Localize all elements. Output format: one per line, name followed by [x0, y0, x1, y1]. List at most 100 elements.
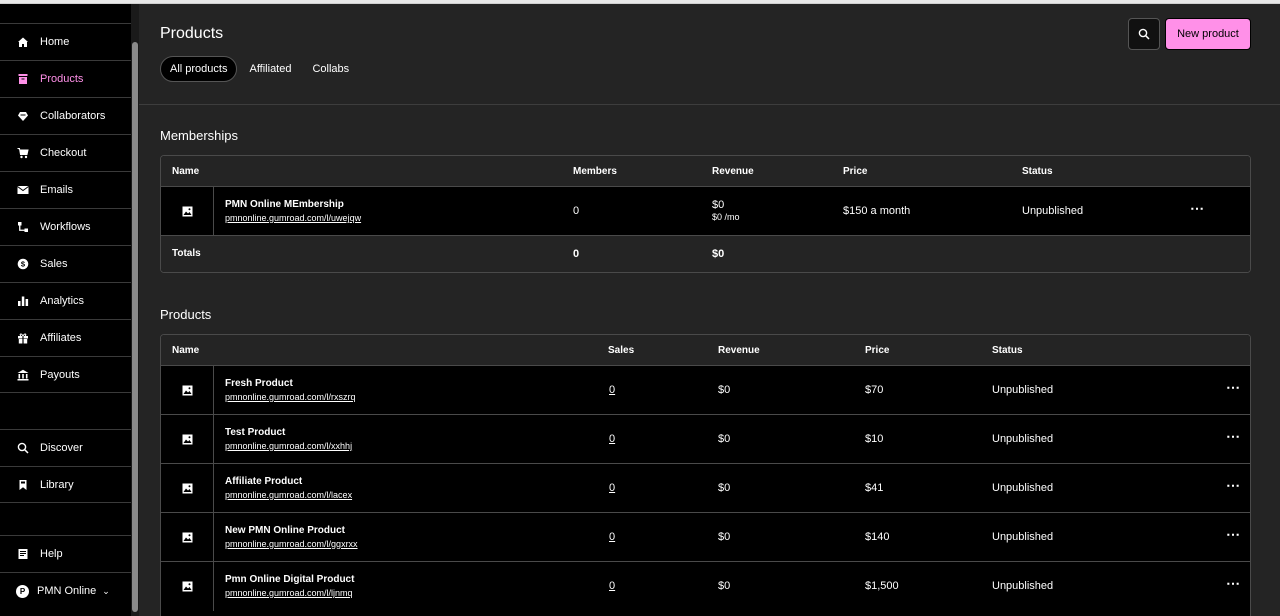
more-options-icon[interactable]: ⋯: [1226, 575, 1240, 592]
sidebar-item-label: Checkout: [40, 147, 87, 159]
totals-row: Totals 0 $0: [161, 236, 1250, 272]
sidebar-item-label: Affiliates: [40, 332, 82, 344]
sidebar-item-products[interactable]: Products: [0, 60, 131, 97]
sidebar-item-label: Workflows: [40, 221, 91, 233]
search-button[interactable]: [1128, 18, 1160, 50]
column-header-revenue[interactable]: Revenue: [712, 156, 754, 187]
product-sales[interactable]: 0: [609, 433, 615, 445]
table-row[interactable]: Fresh Product pmnonline.gumroad.com/l/rx…: [161, 366, 1250, 415]
product-thumbnail: [161, 464, 214, 512]
memberships-section-title: Memberships: [160, 128, 239, 143]
totals-label: Totals: [172, 248, 201, 259]
products-section-title: Products: [160, 307, 212, 322]
more-options-icon[interactable]: ⋯: [1226, 428, 1240, 445]
product-sales[interactable]: 0: [609, 384, 615, 396]
column-header-status[interactable]: Status: [1022, 156, 1053, 187]
table-header: Name Members Revenue Price Status: [161, 156, 1250, 187]
image-icon: [182, 581, 192, 592]
sidebar-item-sales[interactable]: $ Sales: [0, 245, 131, 282]
tab-affiliated[interactable]: Affiliated: [240, 56, 300, 82]
sidebar-item-collaborators[interactable]: Collaborators: [0, 97, 131, 134]
sidebar-item-label: Library: [40, 478, 74, 491]
column-header-price[interactable]: Price: [865, 335, 889, 366]
bookmark-icon: [16, 478, 29, 491]
table-row[interactable]: New PMN Online Product pmnonline.gumroad…: [161, 513, 1250, 562]
column-header-name[interactable]: Name: [172, 156, 199, 187]
sidebar-item-analytics[interactable]: Analytics: [0, 282, 131, 319]
more-options-icon[interactable]: ⋯: [1226, 379, 1240, 396]
membership-revenue: $0: [712, 199, 725, 211]
chevron-down-icon: ⌄: [102, 585, 110, 596]
sidebar-scrollbar-thumb[interactable]: [132, 42, 138, 612]
sidebar-item-payouts[interactable]: Payouts: [0, 356, 131, 393]
table-row[interactable]: PMN Online MEmbership pmnonline.gumroad.…: [161, 187, 1250, 236]
sidebar-item-emails[interactable]: Emails: [0, 171, 131, 208]
product-price: $140: [865, 531, 890, 543]
table-row[interactable]: Test Product pmnonline.gumroad.com/l/xxh…: [161, 415, 1250, 464]
sidebar-item-label: Collaborators: [40, 110, 106, 122]
product-status: Unpublished: [992, 580, 1054, 592]
product-name[interactable]: New PMN Online Product: [225, 525, 345, 536]
gift-icon: [16, 332, 29, 345]
more-options-icon[interactable]: ⋯: [1226, 477, 1240, 494]
workflow-icon: [16, 221, 29, 234]
page-title: Products: [160, 25, 224, 42]
product-revenue: $0: [718, 531, 731, 543]
product-sales[interactable]: 0: [609, 482, 615, 494]
sidebar-item-help[interactable]: Help: [0, 535, 131, 572]
products-icon: [16, 73, 29, 86]
product-tabs: All products Affiliated Collabs: [160, 56, 361, 82]
table-row[interactable]: Affiliate Product pmnonline.gumroad.com/…: [161, 464, 1250, 513]
column-header-price[interactable]: Price: [843, 156, 867, 187]
product-url[interactable]: pmnonline.gumroad.com/l/xxhhj: [225, 441, 352, 451]
product-name[interactable]: Pmn Online Digital Product: [225, 574, 354, 585]
membership-url[interactable]: pmnonline.gumroad.com/l/uwejqw: [225, 213, 361, 223]
product-url[interactable]: pmnonline.gumroad.com/l/rxszrq: [225, 392, 356, 402]
avatar-wrapper: P: [16, 584, 29, 598]
product-revenue: $0: [718, 482, 731, 494]
product-url[interactable]: pmnonline.gumroad.com/l/ggxrxx: [225, 539, 358, 549]
product-url[interactable]: pmnonline.gumroad.com/l/lacex: [225, 490, 352, 500]
product-url[interactable]: pmnonline.gumroad.com/l/ljnmq: [225, 588, 353, 598]
product-sales[interactable]: 0: [609, 531, 615, 543]
column-header-revenue[interactable]: Revenue: [718, 335, 760, 366]
product-revenue: $0: [718, 580, 731, 592]
account-menu[interactable]: P PMN Online ⌄: [0, 572, 131, 609]
help-icon: [16, 548, 29, 561]
product-thumbnail: [161, 562, 214, 611]
sidebar-item-workflows[interactable]: Workflows: [0, 208, 131, 245]
totals-members: 0: [573, 248, 580, 260]
memberships-table: Name Members Revenue Price Status PMN On…: [160, 155, 1251, 273]
column-header-status[interactable]: Status: [992, 335, 1023, 366]
product-price: $41: [865, 482, 884, 494]
membership-name[interactable]: PMN Online MEmbership: [225, 199, 344, 210]
product-name[interactable]: Test Product: [225, 427, 285, 438]
image-icon: [182, 483, 192, 493]
dollar-icon: $: [16, 258, 29, 271]
new-product-button[interactable]: New product: [1165, 18, 1251, 50]
tab-all-products[interactable]: All products: [160, 56, 238, 82]
table-row[interactable]: Pmn Online Digital Product pmnonline.gum…: [161, 562, 1250, 611]
column-header-name[interactable]: Name: [172, 335, 199, 366]
page-header: Products All products Affiliated Collabs…: [139, 4, 1280, 105]
sidebar-item-checkout[interactable]: Checkout: [0, 134, 131, 171]
tab-collabs[interactable]: Collabs: [303, 56, 358, 82]
more-options-icon[interactable]: ⋯: [1226, 526, 1240, 543]
sidebar-item-home[interactable]: Home: [0, 23, 131, 60]
search-icon: [16, 442, 29, 455]
sidebar-item-label: Sales: [40, 258, 68, 270]
image-icon: [182, 434, 192, 444]
sidebar-item-discover[interactable]: Discover: [0, 429, 131, 466]
product-thumbnail: [161, 187, 214, 235]
product-price: $70: [865, 384, 884, 396]
sidebar-item-affiliates[interactable]: Affiliates: [0, 319, 131, 356]
sidebar-item-library[interactable]: Library: [0, 466, 131, 503]
product-sales[interactable]: 0: [609, 580, 615, 592]
more-options-icon[interactable]: ⋯: [1190, 200, 1204, 217]
column-header-members[interactable]: Members: [573, 156, 617, 187]
home-icon: [16, 36, 29, 49]
product-name[interactable]: Affiliate Product: [225, 476, 302, 487]
product-revenue: $0: [718, 384, 731, 396]
column-header-sales[interactable]: Sales: [608, 335, 634, 366]
product-name[interactable]: Fresh Product: [225, 378, 293, 389]
